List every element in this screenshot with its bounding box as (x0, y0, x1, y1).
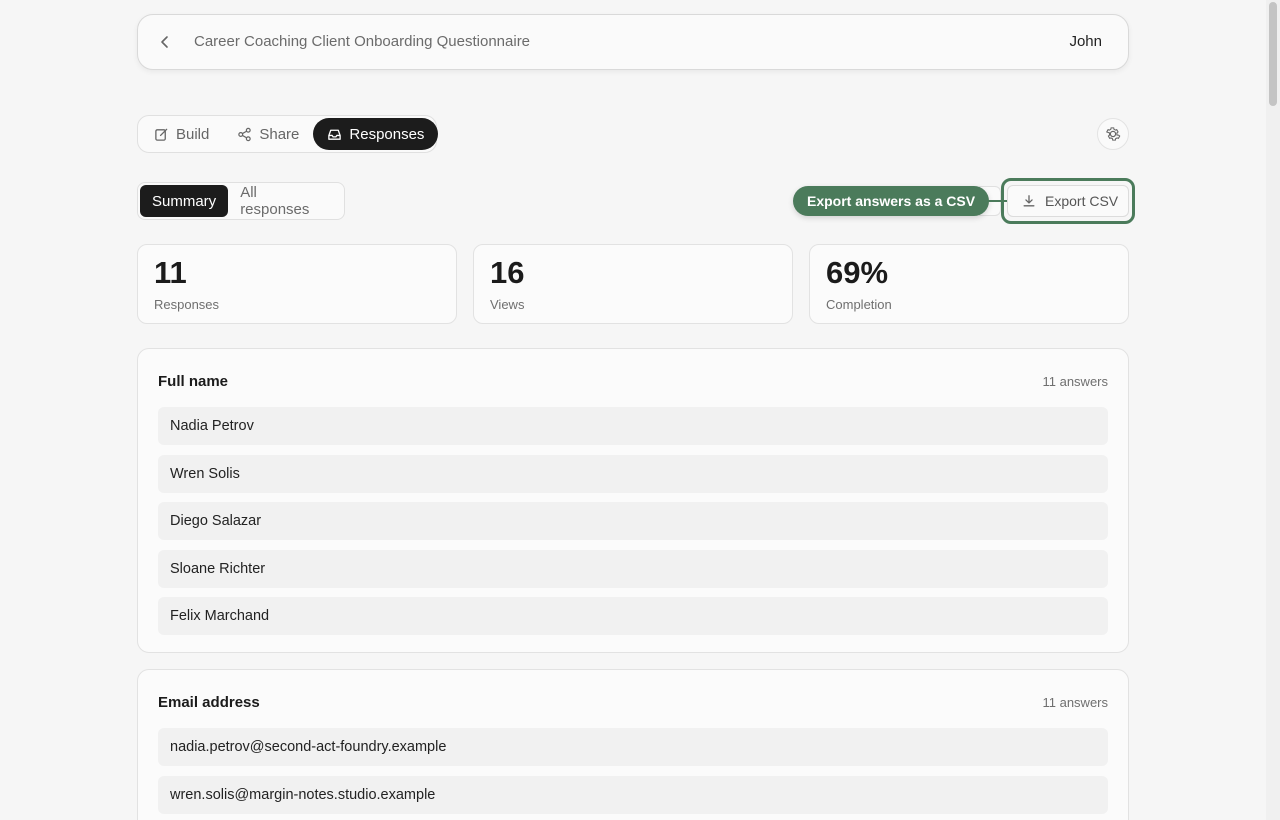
stat-label: Views (490, 297, 525, 312)
export-tooltip: Export answers as a CSV (793, 186, 990, 216)
tab-all-responses[interactable]: All responses (228, 184, 342, 218)
stat-label: Responses (154, 297, 220, 312)
tab-responses-label: Responses (349, 125, 425, 143)
answer-count: 11 answers (1042, 373, 1108, 389)
stat-value: 16 (490, 255, 525, 290)
inbox-icon (328, 129, 342, 140)
stat-value: 11 (154, 255, 187, 290)
answer-item: Sloane Richter (158, 549, 1108, 588)
tab-build[interactable]: Build (140, 118, 223, 150)
answer-item: nadia.petrov@second-act-foundry.example (158, 728, 1108, 766)
question-title: Full name (158, 372, 229, 390)
main-tabs: Build Share Responses (137, 115, 439, 153)
answer-item: Nadia Petrov (158, 407, 1108, 445)
answer-item: Felix Marchand (158, 597, 1108, 635)
view-tabs: Summary All responses (137, 182, 345, 220)
scrollbar-thumb[interactable] (1269, 2, 1277, 106)
question-title: Email address (158, 693, 260, 711)
page-scrollbar[interactable] (1266, 0, 1280, 820)
edit-icon (155, 128, 168, 141)
tab-share[interactable]: Share (223, 118, 313, 150)
gear-icon (1106, 127, 1121, 141)
export-csv-label: Export CSV (1045, 193, 1119, 209)
top-bar: Career Coaching Client Onboarding Questi… (137, 14, 1129, 70)
tab-build-label: Build (176, 125, 210, 143)
tab-summary[interactable]: Summary (140, 185, 229, 217)
share-icon (238, 127, 252, 141)
stat-card-views: 16 Views (473, 244, 793, 324)
back-button[interactable] (152, 29, 178, 55)
tab-share-label: Share (259, 125, 300, 143)
question-card-full-name: Full name 11 answers Nadia Petrov Wren S… (137, 348, 1129, 653)
answer-item: Wren Solis (158, 454, 1108, 493)
user-name[interactable]: John (1069, 33, 1102, 50)
answer-item: Diego Salazar (158, 502, 1108, 540)
stat-value: 69% (826, 255, 889, 290)
export-csv-button[interactable]: Export CSV (1007, 185, 1129, 217)
settings-button[interactable] (1097, 118, 1129, 150)
stat-card-completion: 69% Completion (809, 244, 1129, 324)
question-card-email: Email address 11 answers nadia.petrov@se… (137, 669, 1129, 820)
chevron-left-icon (161, 36, 168, 48)
answer-count: 11 answers (1042, 694, 1108, 710)
form-title: Career Coaching Client Onboarding Questi… (194, 33, 531, 50)
download-icon (1023, 195, 1035, 207)
tab-responses[interactable]: Responses (313, 118, 439, 150)
stat-label: Completion (826, 297, 892, 312)
answer-item: wren.solis@margin-notes.studio.example (158, 775, 1108, 814)
stat-card-responses: 11 Responses (137, 244, 457, 324)
